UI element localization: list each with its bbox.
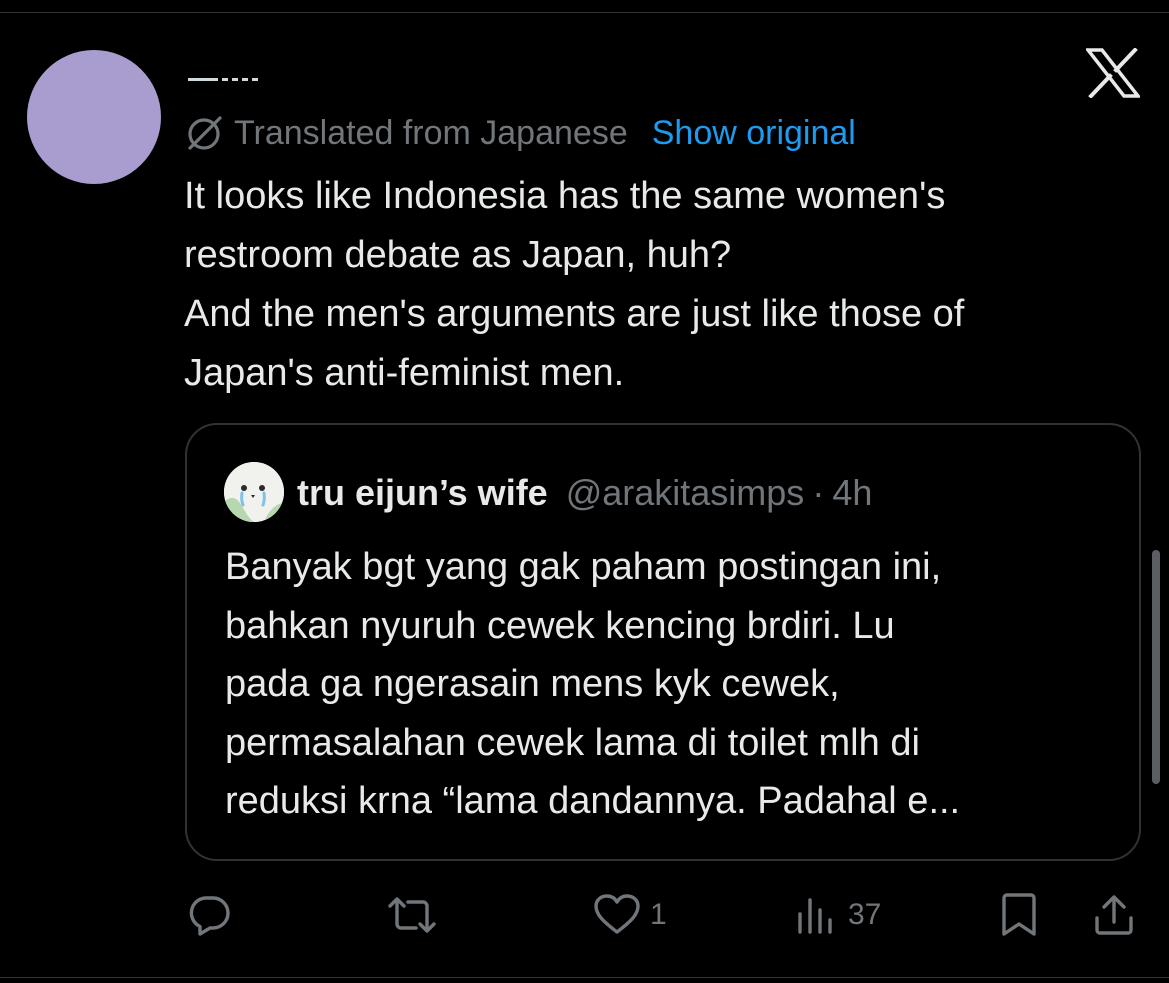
quote-author-handle[interactable]: @arakitasimps xyxy=(566,472,805,514)
views-icon xyxy=(794,892,840,938)
translate-icon xyxy=(184,113,224,153)
translation-notice: Translated from Japanese Show original xyxy=(184,110,856,156)
share-icon xyxy=(1092,892,1136,938)
quote-separator: · xyxy=(812,472,825,513)
author-avatar[interactable] xyxy=(27,50,161,184)
like-count: 1 xyxy=(650,898,667,931)
quoted-tweet-card[interactable]: tru eijun’s wife @arakitasimps · 4h Bany… xyxy=(185,423,1141,861)
top-divider xyxy=(0,12,1169,13)
bookmark-button[interactable] xyxy=(998,890,1040,940)
show-original-link[interactable]: Show original xyxy=(652,114,856,153)
reply-button[interactable] xyxy=(186,890,232,940)
quote-header: tru eijun’s wife @arakitasimps · 4h xyxy=(297,470,872,516)
bookmark-icon xyxy=(998,892,1040,938)
like-button[interactable]: 1 xyxy=(592,890,667,940)
quote-author-name[interactable]: tru eijun’s wife xyxy=(297,472,548,514)
views-count: 37 xyxy=(848,898,882,931)
retweet-icon xyxy=(386,892,438,938)
translated-label: Translated from Japanese xyxy=(234,113,628,152)
quote-text: Banyak bgt yang gak paham postingan ini,… xyxy=(225,546,961,822)
retweet-button[interactable] xyxy=(386,890,438,940)
scrollbar[interactable] xyxy=(1152,550,1160,784)
x-logo-icon[interactable] xyxy=(1084,47,1142,99)
views-button[interactable]: 37 xyxy=(794,890,881,940)
share-button[interactable] xyxy=(1092,890,1136,940)
heart-icon xyxy=(592,892,642,938)
reply-icon xyxy=(186,892,232,938)
author-name-cropped xyxy=(188,72,260,82)
tweet-text: It looks like Indonesia has the same wom… xyxy=(184,175,965,394)
quote-author-avatar[interactable] xyxy=(224,462,284,522)
quote-timestamp[interactable]: 4h xyxy=(832,472,872,514)
bottom-divider xyxy=(0,977,1169,978)
